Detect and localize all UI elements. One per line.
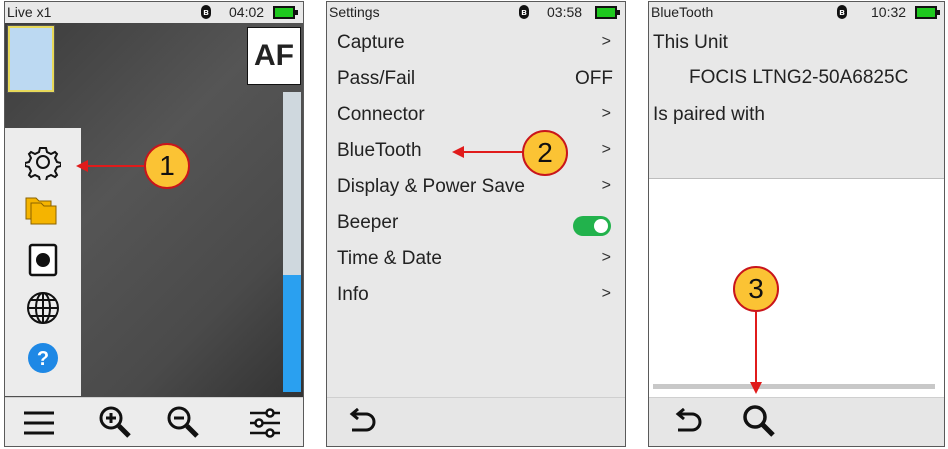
menu-item-label: Time & Date — [337, 248, 442, 269]
callout-3-arrow — [750, 312, 762, 394]
clock: 03:58 — [547, 4, 583, 20]
screen-title: Settings — [329, 4, 380, 20]
menu-item-value: OFF — [575, 68, 613, 89]
menu-item-label: Display & Power Save — [337, 176, 525, 197]
unit-id: FOCIS LTNG2-50A6825C — [689, 67, 909, 88]
callout-1: 1 — [144, 143, 190, 189]
screen-title: BlueTooth — [651, 4, 714, 20]
svg-text:?: ? — [37, 348, 49, 370]
clock: 04:02 — [229, 4, 265, 20]
search-icon[interactable] — [739, 401, 779, 441]
sliders-icon[interactable] — [245, 403, 285, 443]
menu-item-pass-fail[interactable]: Pass/Fail OFF — [327, 62, 625, 98]
paired-with-label: Is paired with — [653, 104, 765, 125]
menu-item-time-date[interactable]: Time & Date > — [327, 242, 625, 278]
zoom-in-icon[interactable] — [95, 402, 135, 442]
folders-icon[interactable] — [23, 191, 63, 231]
menu-item-label: Info — [337, 284, 369, 305]
zoom-scrollbar[interactable] — [283, 92, 301, 392]
chevron-right-icon: > — [601, 177, 611, 194]
bluetooth-screen: BlueTooth ʙ 10:32 This Unit FOCIS LTNG2-… — [648, 1, 945, 447]
bluetooth-icon: ʙ — [837, 5, 847, 19]
hamburger-menu-icon[interactable] — [19, 403, 59, 443]
bluetooth-icon: ʙ — [519, 5, 529, 19]
gear-icon[interactable] — [23, 142, 63, 182]
autofocus-button[interactable]: AF — [247, 27, 301, 85]
list-divider — [653, 384, 935, 389]
bluetooth-icon: ʙ — [201, 5, 211, 19]
bottom-toolbar — [327, 397, 625, 446]
battery-icon — [273, 6, 298, 19]
unit-info-panel: This Unit FOCIS LTNG2-50A6825C Is paired… — [649, 23, 944, 179]
status-bar: Live x1 ʙ 04:02 — [5, 2, 303, 23]
callout-1-arrow — [76, 160, 146, 172]
menu-item-display-power-save[interactable]: Display & Power Save > — [327, 170, 625, 206]
beeper-toggle[interactable] — [573, 216, 611, 236]
back-arrow-icon[interactable] — [341, 403, 381, 443]
image-preview-thumbnail[interactable] — [7, 25, 55, 93]
chevron-right-icon: > — [601, 33, 611, 50]
side-menu: ? — [5, 128, 81, 396]
bottom-toolbar — [649, 397, 944, 446]
callout-2-arrow — [452, 146, 524, 158]
globe-icon[interactable] — [23, 288, 63, 328]
chevron-right-icon: > — [601, 285, 611, 302]
menu-item-label: Connector — [337, 104, 425, 125]
back-arrow-icon[interactable] — [667, 403, 707, 443]
battery-icon — [595, 6, 620, 19]
callout-3: 3 — [733, 266, 779, 312]
chevron-right-icon: > — [601, 141, 611, 158]
menu-item-label: Capture — [337, 32, 405, 53]
zoom-out-icon[interactable] — [163, 402, 203, 442]
settings-screen: Settings ʙ 03:58 Capture > Pass/Fail OFF… — [326, 1, 626, 447]
callout-2: 2 — [522, 130, 568, 176]
menu-item-label: BlueTooth — [337, 140, 422, 161]
this-unit-label: This Unit — [653, 32, 728, 53]
menu-item-capture[interactable]: Capture > — [327, 26, 625, 62]
menu-item-beeper[interactable]: Beeper — [327, 206, 625, 242]
record-icon[interactable] — [23, 240, 63, 280]
battery-charging-icon — [915, 6, 940, 19]
status-bar: BlueTooth ʙ 10:32 — [649, 2, 944, 23]
status-bar: Settings ʙ 03:58 — [327, 2, 625, 23]
menu-item-info[interactable]: Info > — [327, 278, 625, 314]
help-icon[interactable]: ? — [23, 338, 63, 378]
menu-item-label: Beeper — [337, 212, 399, 233]
chevron-right-icon: > — [601, 105, 611, 122]
clock: 10:32 — [871, 4, 907, 20]
menu-item-connector[interactable]: Connector > — [327, 98, 625, 134]
live-view-screen: Live x1 ʙ 04:02 AF ? — [4, 1, 304, 447]
bottom-toolbar — [5, 397, 303, 446]
scrollbar-thumb[interactable] — [283, 275, 301, 392]
chevron-right-icon: > — [601, 249, 611, 266]
menu-item-label: Pass/Fail — [337, 68, 416, 89]
screen-title: Live x1 — [7, 4, 52, 20]
